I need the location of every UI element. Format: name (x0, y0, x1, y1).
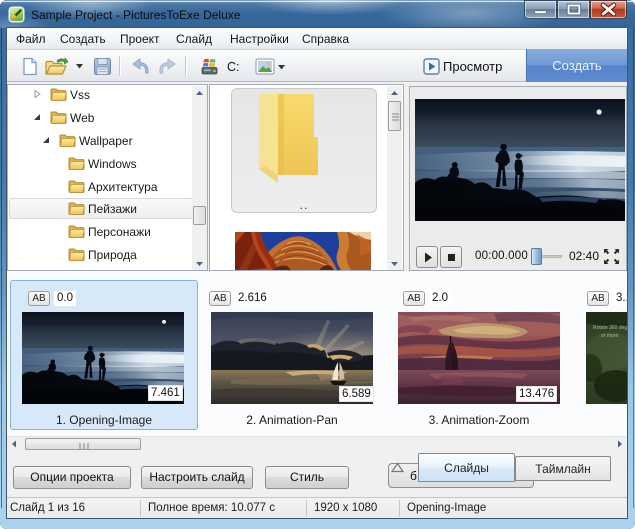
svg-text:Rotate 360 deg: Rotate 360 deg (593, 325, 627, 331)
svg-text:or more: or more (601, 333, 618, 339)
